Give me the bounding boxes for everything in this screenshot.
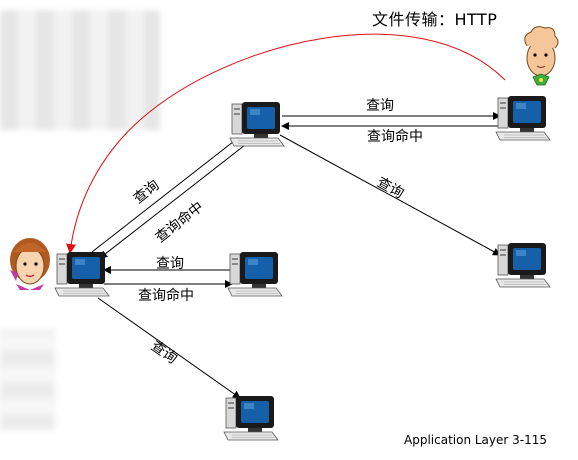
label-mid-query: 查询 — [156, 256, 184, 272]
peer-computer-center — [227, 251, 283, 297]
label-diag-query: 查询 — [131, 177, 163, 207]
network-diagram: 查询 查询命中 查询 查询 查询命中 查询 查询命中 查询 — [10, 26, 559, 441]
woman-icon — [10, 238, 50, 290]
label-right-query: 查询 — [374, 175, 406, 203]
label-top-hit: 查询命中 — [367, 128, 423, 145]
peer-computer-left — [54, 251, 110, 297]
slide-footer: Application Layer 3-115 — [404, 433, 548, 447]
peer-computer-bottom — [223, 395, 279, 441]
label-bottom-query: 查询 — [148, 338, 180, 367]
label-mid-hit: 查询命中 — [138, 287, 194, 304]
peer-computer-right-middle — [495, 242, 551, 288]
label-top-query: 查询 — [366, 98, 394, 114]
man-icon — [524, 26, 559, 86]
label-diag-hit: 查询命中 — [152, 198, 207, 246]
http-transfer-arrow — [66, 33, 506, 254]
peer-computer-right-top — [495, 95, 551, 141]
edge-diag-hit — [99, 144, 246, 259]
diagram-canvas: 文件传输：HTTP 查询 查询命中 查询 查询 查询命中 查询 查询命中 查询 … — [0, 0, 578, 460]
peer-computer-top — [229, 101, 285, 147]
